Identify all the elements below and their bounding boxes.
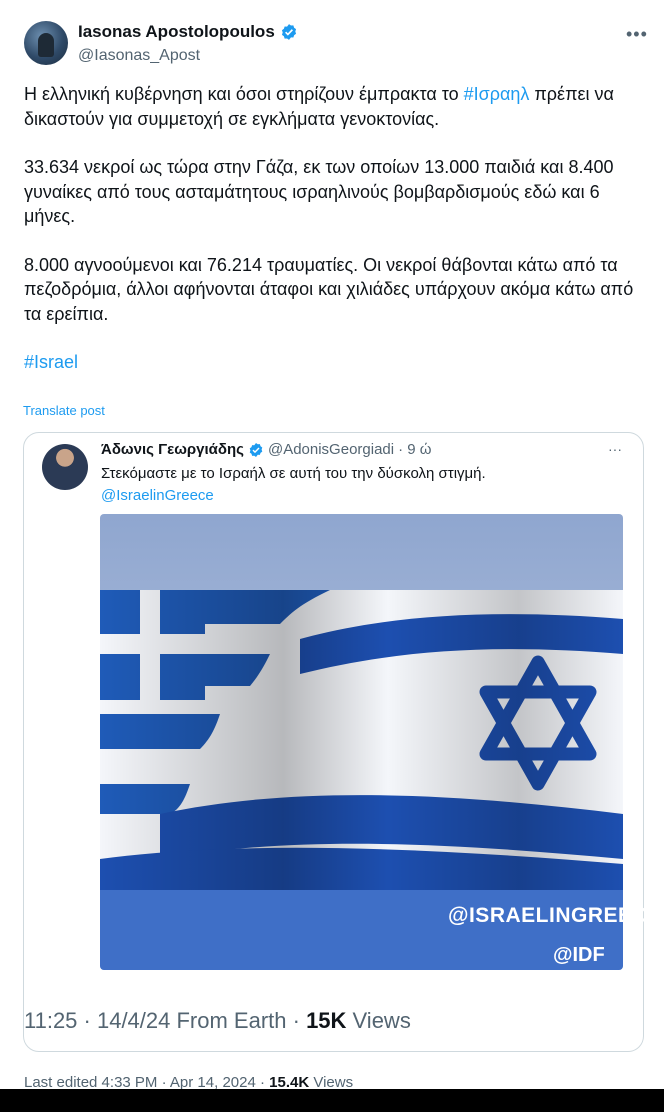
- views-label: Views: [346, 1008, 411, 1033]
- quoted-mention-link[interactable]: @IsraelinGreece: [101, 487, 214, 504]
- quoted-post-text: Στεκόμαστε με το Ισραήλ σε αυτή του την …: [101, 465, 486, 482]
- translate-post-link[interactable]: Translate post: [23, 403, 105, 418]
- quoted-verified-badge-icon: [249, 442, 263, 457]
- quoted-author-name[interactable]: Άδωνις Γεωργιάδης: [101, 441, 244, 458]
- post-timestamp[interactable]: 11:25 · 14/4/24 From Earth ·: [24, 1008, 306, 1033]
- tweet-paragraph-2: 33.634 νεκροί ως τώρα στην Γάζα, εκ των …: [24, 157, 614, 226]
- more-options-icon[interactable]: •••: [626, 24, 648, 45]
- author-avatar[interactable]: [24, 21, 68, 65]
- quoted-author-handle[interactable]: @AdonisGeorgiadi: [268, 441, 394, 458]
- tweet-text: Η ελληνική κυβέρνηση και όσοι στηρίζουν …: [24, 82, 644, 375]
- image-watermark-israelingreece: @ISRAELINGREECE: [448, 904, 663, 927]
- views-count: 15K: [306, 1008, 347, 1033]
- image-watermark-idf: @IDF: [553, 944, 605, 966]
- author-name-row[interactable]: Iasonas Apostolopoulos: [78, 22, 298, 42]
- quoted-post-time: · 9 ώ: [398, 441, 432, 458]
- post-meta: 11:25 · 14/4/24 From Earth · 15K Views: [24, 1008, 411, 1034]
- flags-illustration: [100, 514, 623, 970]
- quoted-author-avatar[interactable]: [42, 444, 88, 490]
- quoted-post-image[interactable]: [100, 514, 623, 970]
- hashtag-israel-greek[interactable]: #Ισραηλ: [464, 84, 530, 104]
- author-name[interactable]: Iasonas Apostolopoulos: [78, 22, 275, 42]
- bottom-black-bar: [0, 1089, 664, 1112]
- tweet-paragraph-3: 8.000 αγνοούμενοι και 76.214 τραυματίες.…: [24, 254, 634, 324]
- quoted-more-options-icon[interactable]: ···: [608, 441, 622, 457]
- tweet-paragraph-1: Η ελληνική κυβέρνηση και όσοι στηρίζουν …: [24, 84, 614, 129]
- hashtag-israel[interactable]: #Israel: [24, 350, 644, 375]
- author-handle[interactable]: @Iasonas_Apost: [78, 47, 200, 65]
- verified-badge-icon: [281, 24, 296, 40]
- quoted-post-header: Άδωνις Γεωργιάδης @AdonisGeorgiadi · 9 ώ: [101, 441, 432, 458]
